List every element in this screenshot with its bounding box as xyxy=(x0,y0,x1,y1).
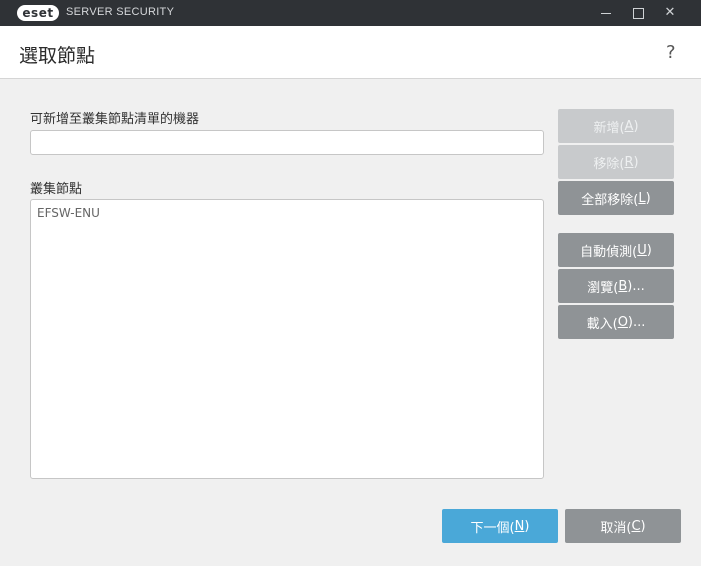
autodetect-button[interactable]: 自動偵測(U) xyxy=(558,233,674,267)
cluster-nodes-label: 叢集節點 xyxy=(30,182,83,197)
eset-logo: eset xyxy=(17,5,59,21)
browse-button[interactable]: 瀏覽(B)... xyxy=(558,269,674,303)
minimize-button[interactable] xyxy=(596,4,616,22)
remove-button[interactable]: 移除(R) xyxy=(558,145,674,179)
next-button[interactable]: 下一個(N) xyxy=(442,509,558,543)
add-button[interactable]: 新增(A) xyxy=(558,109,674,143)
load-button[interactable]: 載入(O)... xyxy=(558,305,674,339)
cluster-nodes-list[interactable]: EFSW-ENU xyxy=(30,199,544,479)
list-item[interactable]: EFSW-ENU xyxy=(37,206,100,220)
cancel-button[interactable]: 取消(C) xyxy=(565,509,681,543)
help-icon[interactable]: ? xyxy=(666,42,676,63)
title-bar: eset SERVER SECURITY ✕ xyxy=(0,0,701,26)
minimize-icon xyxy=(601,13,611,14)
dialog-header: 選取節點 ? xyxy=(0,26,701,79)
product-name: SERVER SECURITY xyxy=(66,6,175,18)
maximize-icon xyxy=(633,8,644,19)
close-icon: ✕ xyxy=(664,5,676,20)
page-title: 選取節點 xyxy=(19,45,96,67)
close-button[interactable]: ✕ xyxy=(660,4,680,22)
remove-all-button[interactable]: 全部移除(L) xyxy=(558,181,674,215)
add-machines-label: 可新增至叢集節點清單的機器 xyxy=(30,112,200,127)
maximize-button[interactable] xyxy=(628,4,648,22)
machine-name-input[interactable] xyxy=(30,130,544,155)
